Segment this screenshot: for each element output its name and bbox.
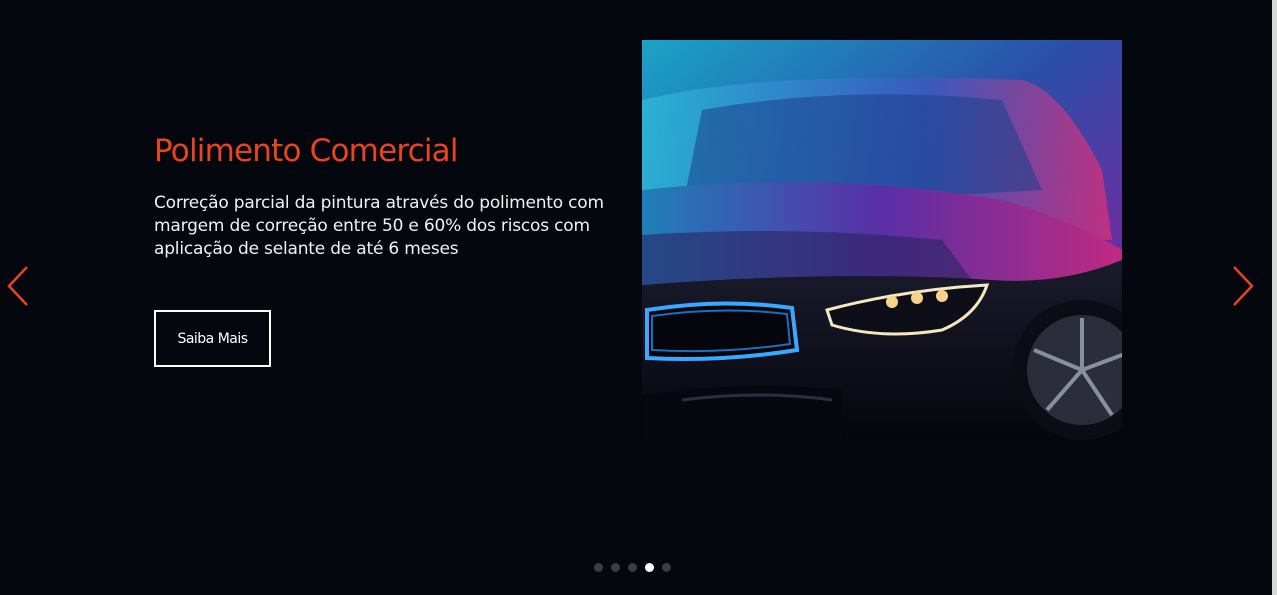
slide-description: Correção parcial da pintura através do p…	[154, 193, 604, 259]
slide-pagination	[594, 563, 671, 572]
scrollbar[interactable]	[1272, 0, 1277, 595]
learn-more-button[interactable]: Saiba Mais	[154, 310, 271, 367]
pagination-dot-5[interactable]	[662, 563, 671, 572]
slide-title: Polimento Comercial	[154, 133, 458, 169]
pagination-dot-3[interactable]	[628, 563, 637, 572]
pagination-dot-2[interactable]	[611, 563, 620, 572]
hero-slider: Polimento Comercial Correção parcial da …	[0, 0, 1277, 595]
pagination-dot-4[interactable]	[645, 563, 654, 572]
slide-content: Polimento Comercial Correção parcial da …	[154, 130, 614, 261]
chevron-right-icon[interactable]	[1230, 265, 1256, 307]
slide-image	[642, 40, 1122, 440]
pagination-dot-1[interactable]	[594, 563, 603, 572]
car-photo	[642, 40, 1122, 440]
chevron-left-icon[interactable]	[5, 265, 31, 307]
